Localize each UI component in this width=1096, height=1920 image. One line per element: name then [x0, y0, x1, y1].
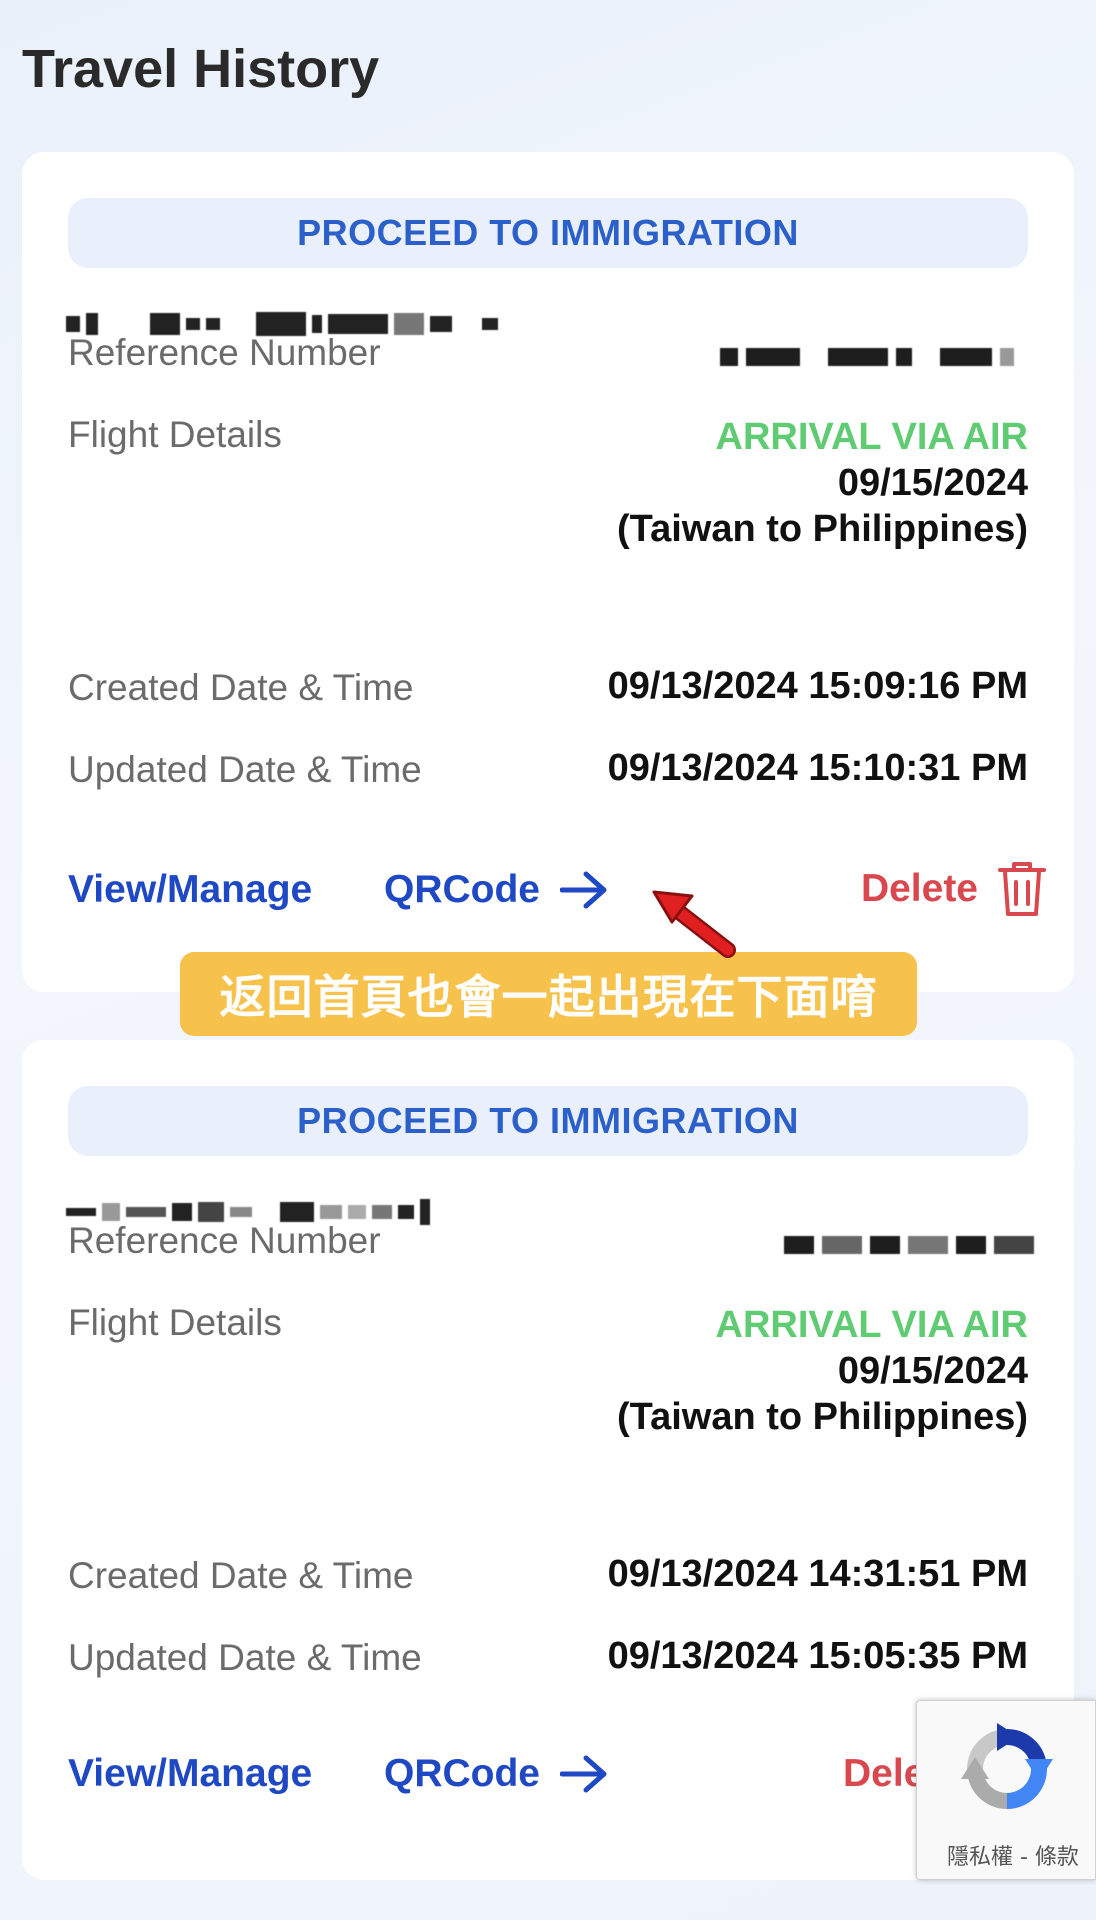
updated-label: Updated Date & Time [68, 749, 422, 790]
flight-type: ARRIVAL VIA AIR [715, 416, 1028, 458]
status-pill: PROCEED TO IMMIGRATION [68, 198, 1028, 268]
updated-value: 09/13/2024 15:05:35 PM [607, 1635, 1028, 1677]
recaptcha-badge[interactable]: 隱私權 - 條款 [916, 1700, 1096, 1880]
flight-label: Flight Details [68, 1302, 282, 1343]
trash-icon [998, 862, 1046, 916]
reference-label: Reference Number [68, 332, 381, 373]
created-label: Created Date & Time [68, 1555, 414, 1596]
flight-route: (Taiwan to Philippines) [617, 1396, 1028, 1438]
redacted-reference-number [784, 1236, 1034, 1254]
flight-type: ARRIVAL VIA AIR [715, 1304, 1028, 1346]
updated-value: 09/13/2024 15:10:31 PM [607, 747, 1028, 789]
view-manage-link[interactable]: View/Manage [68, 868, 312, 912]
travel-card-1: PROCEED TO IMMIGRATION Reference Number … [22, 152, 1074, 992]
delete-link[interactable]: Delete [861, 858, 1048, 920]
qrcode-label: QRCode [384, 868, 540, 911]
flight-route: (Taiwan to Philippines) [617, 508, 1028, 550]
recaptcha-privacy-terms[interactable]: 隱私權 - 條款 [947, 1839, 1079, 1871]
flight-date: 09/15/2024 [837, 1350, 1028, 1392]
updated-label: Updated Date & Time [68, 1637, 422, 1678]
page-title: Travel History [22, 39, 380, 99]
flight-details: ARRIVAL VIA AIR 09/15/2024 (Taiwan to Ph… [617, 414, 1028, 552]
created-value: 09/13/2024 14:31:51 PM [607, 1553, 1028, 1595]
arrow-right-icon [560, 871, 607, 909]
recaptcha-logo-icon [961, 1723, 1053, 1809]
red-pointer-arrow-icon [652, 890, 736, 958]
qrcode-label: QRCode [384, 1752, 540, 1795]
flight-label: Flight Details [68, 414, 282, 455]
qrcode-link[interactable]: QRCode [384, 868, 608, 912]
reference-label: Reference Number [68, 1220, 381, 1261]
view-manage-link[interactable]: View/Manage [68, 1752, 312, 1796]
arrow-right-icon [560, 1755, 607, 1793]
status-pill: PROCEED TO IMMIGRATION [68, 1086, 1028, 1156]
caption-banner: 返回首頁也會一起出現在下面唷 [180, 952, 917, 1036]
flight-details: ARRIVAL VIA AIR 09/15/2024 (Taiwan to Ph… [617, 1302, 1028, 1440]
created-value: 09/13/2024 15:09:16 PM [607, 665, 1028, 707]
flight-date: 09/15/2024 [837, 462, 1028, 504]
qrcode-link[interactable]: QRCode [384, 1752, 608, 1796]
created-label: Created Date & Time [68, 667, 414, 708]
delete-label: Delete [860, 867, 978, 910]
redacted-reference-number [720, 348, 1014, 366]
card-actions: View/Manage QRCode Delete [68, 852, 1048, 932]
card-actions: View/Manage QRCode Delet [68, 1736, 1048, 1816]
